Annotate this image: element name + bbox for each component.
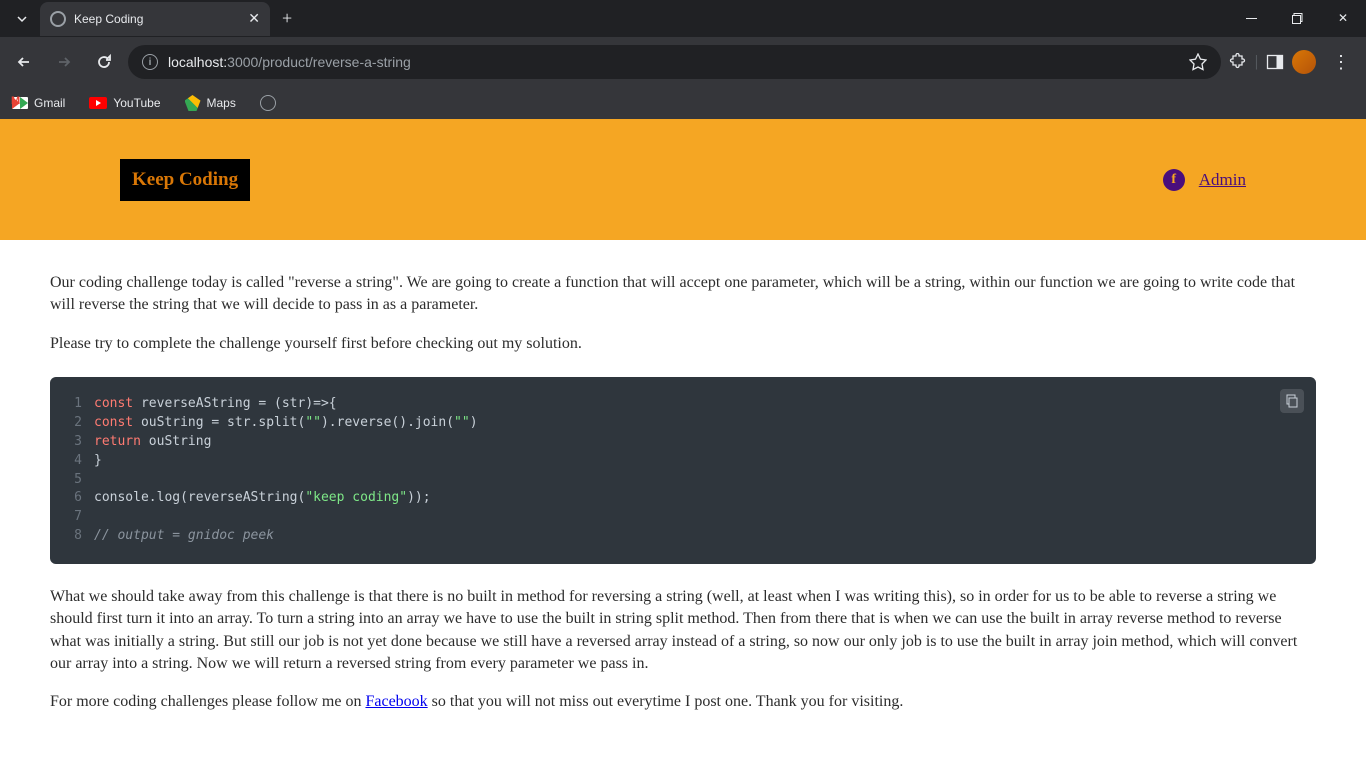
bookmark-generic[interactable] (260, 95, 276, 111)
address-bar[interactable]: i localhost:3000/product/reverse-a-strin… (128, 45, 1221, 79)
facebook-icon[interactable]: f (1163, 169, 1185, 191)
url-path: 3000/product/reverse-a-string (227, 54, 411, 70)
bookmark-star-icon[interactable] (1189, 53, 1207, 71)
browser-tab[interactable]: Keep Coding ✕ (40, 2, 270, 36)
extensions-icon[interactable] (1229, 53, 1247, 71)
profile-avatar[interactable] (1292, 50, 1316, 74)
code-line: 4} (64, 452, 1302, 471)
footer-paragraph: For more coding challenges please follow… (50, 691, 1316, 713)
tab-search-button[interactable] (8, 5, 36, 33)
facebook-link[interactable]: Facebook (365, 693, 427, 710)
browser-toolbar: i localhost:3000/product/reverse-a-strin… (0, 37, 1366, 87)
page-content[interactable]: Keep Coding f Admin Our coding challenge… (0, 119, 1366, 768)
favicon-icon (50, 11, 66, 27)
code-line: 6console.log(reverseAString("keep coding… (64, 489, 1302, 508)
article-body: Our coding challenge today is called "re… (0, 240, 1366, 762)
reload-button[interactable] (88, 46, 120, 78)
code-line: 8// output = gnidoc peek (64, 527, 1302, 546)
code-line: 1const reverseAString = (str)=>{ (64, 395, 1302, 414)
youtube-icon (89, 97, 107, 109)
copy-code-button[interactable] (1280, 389, 1304, 413)
instruction-paragraph: Please try to complete the challenge you… (50, 333, 1316, 355)
code-line: 3return ouString (64, 433, 1302, 452)
maximize-button[interactable] (1274, 0, 1320, 37)
back-button[interactable] (8, 46, 40, 78)
tab-title: Keep Coding (74, 12, 240, 26)
site-info-icon[interactable]: i (142, 54, 158, 70)
bookmarks-bar: M Gmail YouTube Maps (0, 87, 1366, 119)
url-host: localhost: (168, 54, 227, 70)
close-window-button[interactable]: ✕ (1320, 0, 1366, 37)
tab-strip: Keep Coding ✕ + ✕ (0, 0, 1366, 37)
close-tab-button[interactable]: ✕ (248, 10, 260, 27)
code-line: 7 (64, 508, 1302, 527)
code-block: 1const reverseAString = (str)=>{2const o… (50, 377, 1316, 564)
site-header: Keep Coding f Admin (0, 119, 1366, 240)
code-line: 2const ouString = str.split("").reverse(… (64, 414, 1302, 433)
site-logo[interactable]: Keep Coding (120, 159, 250, 201)
forward-button[interactable] (48, 46, 80, 78)
browser-menu-button[interactable]: ⋮ (1324, 52, 1358, 73)
code-line: 5 (64, 471, 1302, 490)
new-tab-button[interactable]: + (270, 8, 304, 29)
admin-link[interactable]: Admin (1199, 170, 1246, 190)
minimize-button[interactable] (1228, 0, 1274, 37)
globe-icon (260, 95, 276, 111)
side-panel-icon[interactable] (1266, 53, 1284, 71)
bookmark-gmail[interactable]: M Gmail (12, 96, 65, 110)
browser-chrome: Keep Coding ✕ + ✕ i localhost:3000/pr (0, 0, 1366, 119)
bookmark-youtube[interactable]: YouTube (89, 96, 160, 110)
maps-icon (185, 95, 201, 111)
intro-paragraph: Our coding challenge today is called "re… (50, 272, 1316, 317)
bookmark-maps[interactable]: Maps (185, 95, 236, 111)
explanation-paragraph: What we should take away from this chall… (50, 586, 1316, 676)
